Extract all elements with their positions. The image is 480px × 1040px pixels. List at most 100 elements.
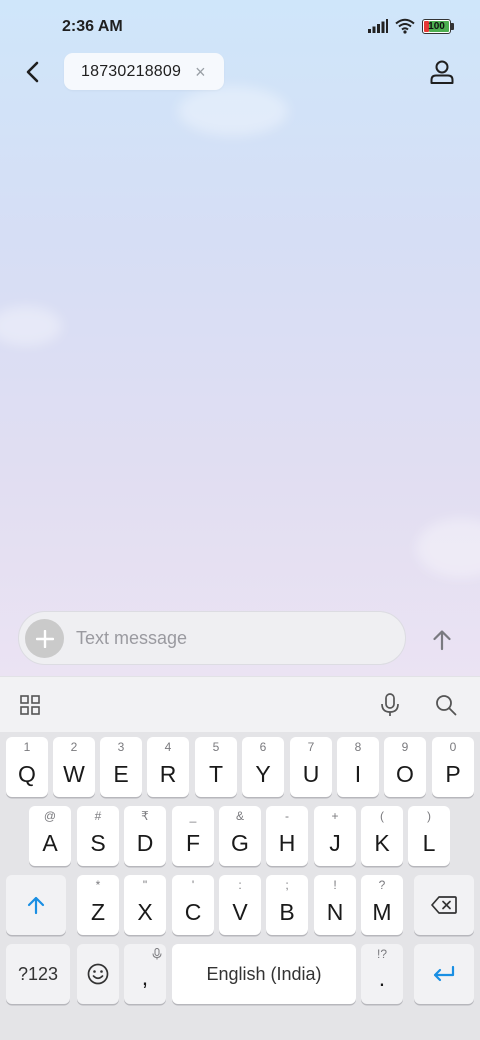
conversation-area bbox=[0, 0, 480, 676]
key-q[interactable]: 1 Q bbox=[6, 737, 48, 797]
key-label: B bbox=[279, 898, 295, 925]
key-label: L bbox=[422, 829, 436, 856]
key-y[interactable]: 6 Y bbox=[242, 737, 284, 797]
background-cloud bbox=[178, 86, 288, 136]
key-u[interactable]: 7 U bbox=[290, 737, 332, 797]
key-k[interactable]: ( K bbox=[361, 806, 403, 866]
key-hint: 6 bbox=[259, 740, 267, 754]
key-label: K bbox=[374, 829, 390, 856]
key-s[interactable]: # S bbox=[77, 806, 119, 866]
key-label: J bbox=[329, 829, 341, 856]
key-x[interactable]: " X bbox=[124, 875, 166, 935]
search-button[interactable] bbox=[426, 685, 466, 725]
remove-recipient-button[interactable]: × bbox=[195, 63, 206, 81]
key-l[interactable]: ) L bbox=[408, 806, 450, 866]
back-arrow-icon bbox=[26, 61, 39, 83]
key-b[interactable]: ; B bbox=[266, 875, 308, 935]
key-label: R bbox=[159, 760, 177, 787]
person-icon bbox=[430, 60, 454, 84]
key-i[interactable]: 8 I bbox=[337, 737, 379, 797]
key-hint: _ bbox=[189, 809, 197, 823]
key-f[interactable]: _ F bbox=[172, 806, 214, 866]
key-hint: 7 bbox=[307, 740, 315, 754]
contact-button[interactable] bbox=[426, 56, 458, 88]
emoji-key[interactable] bbox=[77, 944, 119, 1004]
key-hint: ( bbox=[380, 809, 384, 823]
recipient-chip[interactable]: 18730218809 × bbox=[64, 53, 224, 90]
key-t[interactable]: 5 T bbox=[195, 737, 237, 797]
key-w[interactable]: 2 W bbox=[53, 737, 95, 797]
wifi-icon bbox=[395, 18, 415, 34]
keyboard-menu-button[interactable] bbox=[10, 685, 50, 725]
key-r[interactable]: 4 R bbox=[147, 737, 189, 797]
emoji-icon bbox=[87, 963, 109, 985]
key-g[interactable]: & G bbox=[219, 806, 261, 866]
signal-icon bbox=[368, 19, 388, 33]
key-label: P bbox=[445, 760, 461, 787]
send-button[interactable] bbox=[422, 620, 462, 660]
background-cloud bbox=[0, 306, 62, 346]
key-label: U bbox=[302, 760, 320, 787]
status-time: 2:36 AM bbox=[62, 18, 123, 35]
key-label: I bbox=[354, 760, 362, 787]
key-label: V bbox=[232, 898, 248, 925]
top-bar: 18730218809 × bbox=[0, 52, 480, 92]
period-key-label: . bbox=[378, 964, 386, 991]
key-j[interactable]: + J bbox=[314, 806, 356, 866]
key-p[interactable]: 0 P bbox=[432, 737, 474, 797]
voice-input-button[interactable] bbox=[370, 685, 410, 725]
key-hint: : bbox=[238, 878, 242, 892]
symbols-key[interactable]: ?123 bbox=[6, 944, 70, 1004]
key-hint: 3 bbox=[117, 740, 125, 754]
key-c[interactable]: ' C bbox=[172, 875, 214, 935]
key-e[interactable]: 3 E bbox=[100, 737, 142, 797]
key-h[interactable]: - H bbox=[266, 806, 308, 866]
key-hint: 0 bbox=[449, 740, 457, 754]
key-hint: 4 bbox=[164, 740, 172, 754]
key-label: X bbox=[137, 898, 153, 925]
key-z[interactable]: * Z bbox=[77, 875, 119, 935]
key-label: F bbox=[185, 829, 201, 856]
battery-icon: 100 bbox=[422, 18, 454, 34]
comma-key-label: , bbox=[141, 963, 149, 990]
key-a[interactable]: @ A bbox=[29, 806, 71, 866]
enter-key[interactable] bbox=[414, 944, 474, 1004]
space-key[interactable]: English (India) bbox=[172, 944, 356, 1004]
key-label: C bbox=[184, 898, 202, 925]
key-hint: & bbox=[235, 809, 244, 823]
attach-button[interactable] bbox=[25, 619, 64, 658]
key-label: O bbox=[396, 760, 414, 787]
key-label: H bbox=[278, 829, 296, 856]
key-hint: * bbox=[95, 878, 101, 892]
key-hint: ' bbox=[191, 878, 195, 892]
status-icons: 100 bbox=[368, 18, 454, 34]
message-composer bbox=[18, 611, 406, 665]
key-label: W bbox=[63, 760, 85, 787]
key-label: N bbox=[326, 898, 344, 925]
key-label: Y bbox=[255, 760, 271, 787]
key-o[interactable]: 9 O bbox=[384, 737, 426, 797]
shift-key[interactable] bbox=[6, 875, 66, 935]
key-d[interactable]: ₹ D bbox=[124, 806, 166, 866]
key-hint: " bbox=[142, 878, 148, 892]
back-button[interactable] bbox=[14, 52, 50, 92]
key-hint: 5 bbox=[212, 740, 220, 754]
period-key[interactable]: !? . bbox=[361, 944, 403, 1004]
key-hint: ! bbox=[333, 878, 337, 892]
enter-icon bbox=[433, 965, 455, 982]
key-label: M bbox=[372, 898, 392, 925]
symbols-key-label: ?123 bbox=[17, 963, 59, 984]
comma-key[interactable]: , bbox=[124, 944, 166, 1004]
shift-arrow-icon bbox=[27, 896, 45, 915]
battery-level: 100 bbox=[428, 20, 445, 32]
status-bar: 2:36 AM 100 bbox=[0, 0, 480, 56]
backspace-key[interactable] bbox=[414, 875, 474, 935]
microphone-hint-icon bbox=[152, 948, 162, 960]
key-label: T bbox=[208, 760, 224, 787]
key-m[interactable]: ? M bbox=[361, 875, 403, 935]
key-n[interactable]: ! N bbox=[314, 875, 356, 935]
key-v[interactable]: : V bbox=[219, 875, 261, 935]
key-hint: # bbox=[94, 809, 102, 823]
message-input[interactable] bbox=[76, 612, 396, 664]
keyboard: 1 Q 2 W 3 E 4 R 5 T 6 Y 7 U 8 I 9 O 0 P … bbox=[0, 732, 480, 1040]
